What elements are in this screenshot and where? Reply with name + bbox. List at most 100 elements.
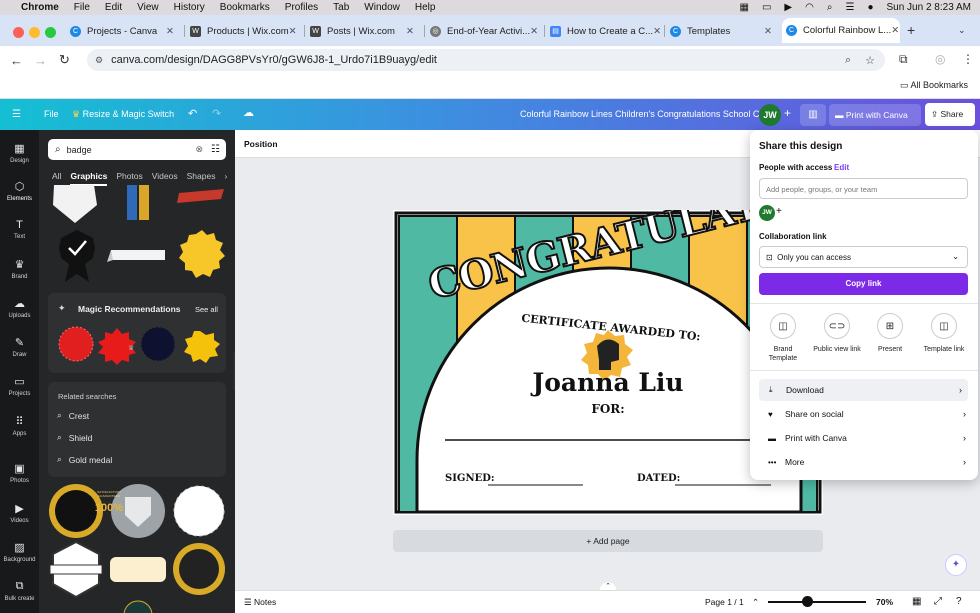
black-rosette-graphic[interactable]	[59, 230, 95, 282]
rail-photos[interactable]: ▣ Photos	[0, 462, 39, 484]
more-row[interactable]: ••• More ›	[750, 451, 978, 473]
brand-template-option[interactable]: ◫ Brand Template	[760, 313, 806, 363]
browser-tab[interactable]: W Posts | Wix.com ✕	[306, 21, 422, 41]
profile-icon[interactable]: ◎	[935, 52, 945, 66]
gold-ring-badge-graphic[interactable]	[173, 543, 225, 595]
filter-icon[interactable]: ☷	[211, 144, 220, 155]
related-search-item[interactable]: ⌕ Crest	[57, 410, 89, 421]
white-hexagon-badge-graphic[interactable]	[49, 540, 103, 599]
clock[interactable]: Sun Jun 2 8:23 AM	[886, 2, 971, 13]
partial-badge-graphic[interactable]	[123, 600, 153, 613]
rail-uploads[interactable]: ☁ Uploads	[0, 297, 39, 319]
close-tab-icon[interactable]: ✕	[891, 25, 899, 36]
address-bar[interactable]: ⚙ canva.com/design/DAGG8PVsYr0/gGW6J8-1_…	[87, 49, 885, 71]
design-title[interactable]: Colorful Rainbow Lines Children's Congra…	[520, 109, 767, 119]
user-avatar[interactable]: JW	[759, 104, 781, 126]
zoom-slider-track[interactable]	[768, 601, 866, 603]
rail-videos[interactable]: ▶ Videos	[0, 502, 39, 524]
file-menu[interactable]: File	[44, 109, 59, 119]
menu-help[interactable]: Help	[415, 2, 436, 13]
add-collaborator-icon[interactable]: +	[784, 106, 791, 120]
close-tab-icon[interactable]: ✕	[764, 26, 772, 37]
rail-apps[interactable]: ⠿ Apps	[0, 415, 39, 437]
notes-button[interactable]: ☰ Notes	[244, 597, 276, 608]
browser-tab-active[interactable]: C Colorful Rainbow L... ✕	[782, 18, 900, 43]
help-icon[interactable]: ?	[956, 596, 962, 607]
copy-link-button[interactable]: Copy link	[759, 273, 968, 295]
reload-icon[interactable]: ↻	[59, 52, 70, 68]
close-window-button[interactable]	[13, 27, 24, 38]
canva-menu-icon[interactable]: ☰	[12, 109, 21, 120]
calendar-icon[interactable]: ▦	[740, 2, 749, 13]
medal-ribbon-graphic[interactable]	[127, 185, 149, 220]
zoom-slider-handle[interactable]	[802, 596, 813, 607]
extensions-icon[interactable]: ⧉	[899, 52, 908, 67]
close-tab-icon[interactable]: ✕	[653, 26, 661, 37]
public-view-link-option[interactable]: ⊂⊃ Public view link	[810, 313, 864, 354]
insights-icon[interactable]: ▥	[800, 104, 826, 126]
print-with-canva-row[interactable]: ▬ Print with Canva ›	[750, 427, 978, 449]
rail-projects[interactable]: ▭ Projects	[0, 375, 39, 397]
yellow-starburst-graphic[interactable]	[179, 230, 225, 278]
page-indicator[interactable]: Page 1 / 1	[705, 597, 744, 607]
browser-tab[interactable]: W Products | Wix.com ✕	[186, 21, 302, 41]
wifi-icon[interactable]: ◠	[805, 2, 814, 13]
play-icon[interactable]: ▶	[784, 2, 792, 13]
back-arrow-icon[interactable]: ←	[10, 53, 23, 68]
related-search-item[interactable]: ⌕ Shield	[57, 432, 92, 443]
add-person-icon[interactable]: +	[776, 206, 782, 217]
tab-photos[interactable]: Photos	[116, 171, 142, 186]
share-button[interactable]: ⇪ Share	[925, 103, 975, 126]
tabs-next-icon[interactable]: ›	[224, 171, 227, 186]
print-with-canva-button[interactable]: ▬ Print with Canva	[829, 104, 921, 126]
rail-text[interactable]: T Text	[0, 219, 39, 240]
menu-view[interactable]: View	[137, 2, 159, 13]
resize-button[interactable]: ♛ Resize & Magic Switch	[72, 109, 174, 120]
browser-tab[interactable]: ▤ How to Create a C... ✕	[546, 21, 662, 41]
rail-bulk-create[interactable]: ⧉ Bulk create	[0, 580, 39, 602]
forward-arrow-icon[interactable]: →	[34, 53, 47, 68]
edit-access-link[interactable]: Edit	[834, 163, 849, 172]
maximize-window-button[interactable]	[45, 27, 56, 38]
browser-tab[interactable]: ◎ End-of-Year Activi... ✕	[426, 21, 542, 41]
cream-label-badge-graphic[interactable]	[110, 557, 166, 582]
tab-shapes[interactable]: Shapes	[187, 171, 216, 186]
signed-label[interactable]: SIGNED:	[445, 473, 495, 484]
undo-icon[interactable]: ↶	[188, 107, 197, 120]
template-link-option[interactable]: ◫ Template link	[918, 313, 970, 354]
rail-brand[interactable]: ♛ Brand	[0, 258, 39, 280]
tab-all[interactable]: All	[52, 171, 61, 186]
page-grid-icon[interactable]: ▦	[912, 596, 921, 607]
collaborator-avatar[interactable]: JW	[759, 205, 775, 221]
menu-history[interactable]: History	[174, 2, 205, 13]
rail-background[interactable]: ▨ Background	[0, 541, 39, 563]
browser-tab[interactable]: C Projects - Canva ✕	[66, 21, 182, 41]
menu-tab[interactable]: Tab	[333, 2, 349, 13]
control-center-icon[interactable]: ☰	[845, 2, 854, 13]
close-tab-icon[interactable]: ✕	[289, 26, 297, 37]
bookmark-star-icon[interactable]: ☆	[865, 54, 875, 67]
position-button[interactable]: Position	[244, 139, 278, 149]
new-tab-button[interactable]: +	[907, 22, 915, 38]
access-dropdown[interactable]: ⊡ Only you can access ⌄	[759, 246, 968, 268]
white-banner-graphic[interactable]	[107, 250, 165, 262]
minimize-window-button[interactable]	[29, 27, 40, 38]
white-scalloped-badge-graphic[interactable]	[173, 485, 225, 537]
all-bookmarks-button[interactable]: ▭ All Bookmarks	[900, 80, 968, 91]
page-chevron-icon[interactable]: ⌃	[752, 597, 759, 608]
tab-graphics[interactable]: Graphics	[70, 171, 108, 186]
related-search-item[interactable]: ⌕ Gold medal	[57, 454, 112, 465]
yellow-burst-graphic[interactable]	[184, 331, 220, 363]
menu-edit[interactable]: Edit	[105, 2, 122, 13]
more-menu-icon[interactable]: ⋮	[962, 52, 974, 66]
site-info-icon[interactable]: ⚙	[95, 55, 103, 66]
close-tab-icon[interactable]: ✕	[406, 26, 414, 37]
close-tab-icon[interactable]: ✕	[530, 26, 538, 37]
search-icon[interactable]: ⌕	[827, 2, 833, 13]
close-tab-icon[interactable]: ✕	[166, 26, 174, 37]
menu-window[interactable]: Window	[364, 2, 400, 13]
add-people-input[interactable]: Add people, groups, or your team	[759, 178, 968, 199]
menu-file[interactable]: File	[74, 2, 90, 13]
navy-seal-graphic[interactable]	[140, 326, 176, 362]
clear-search-icon[interactable]: ⊗	[195, 144, 203, 155]
